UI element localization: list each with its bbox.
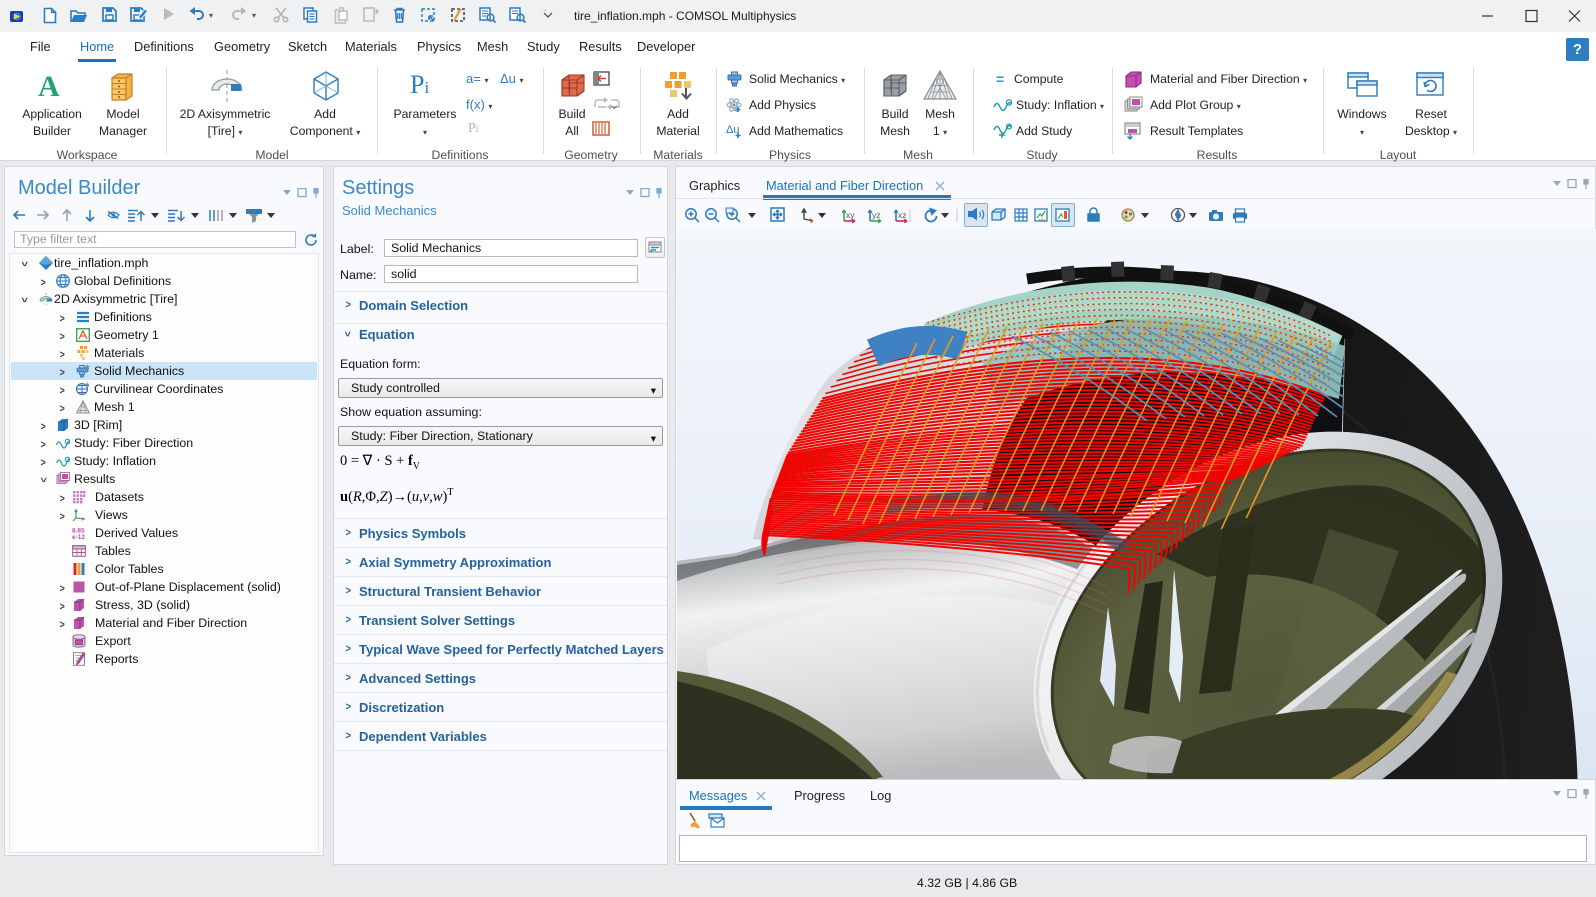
svg-text:xz: xz (898, 210, 907, 220)
svg-text:xy: xy (846, 210, 855, 220)
svg-text:e-12: e-12 (72, 534, 85, 540)
svg-text:yz: yz (872, 210, 881, 220)
